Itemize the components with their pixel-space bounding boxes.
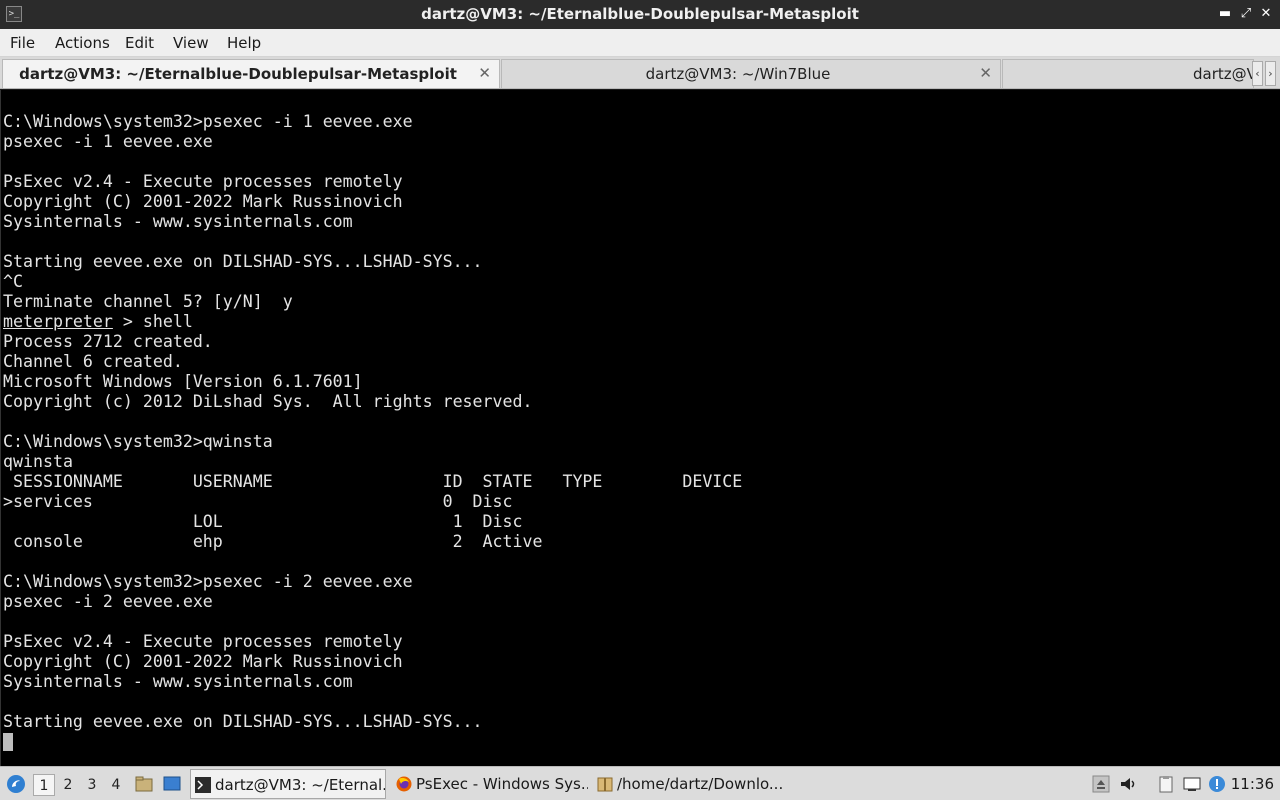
terminal-line: Sysinternals - www.sysinternals.com (3, 672, 353, 691)
task-label: /home/dartz/Downlo... (617, 775, 784, 793)
meterpreter-command: > shell (112, 312, 193, 331)
eject-icon[interactable] (1092, 775, 1110, 793)
terminal-line: Channel 6 created. (3, 352, 183, 371)
terminal-line: Starting eevee.exe on DILSHAD-SYS...LSHA… (3, 252, 483, 271)
tab-label: dartz@VM3: ~/Eternalblue-Doublepulsar-Me… (19, 65, 457, 83)
terminal-line: ^C (3, 272, 23, 291)
terminal-line: console ehp 2 Active (3, 532, 543, 551)
tab-label: dartz@VM3: ~/Win7Blue (645, 65, 831, 83)
tab-label: dartz@V (1193, 65, 1254, 83)
terminal-line: C:\Windows\system32>psexec -i 1 eevee.ex… (3, 112, 413, 131)
tab-close-icon[interactable]: ✕ (979, 64, 992, 82)
firefox-icon (396, 776, 412, 792)
task-label: PsExec - Windows Sys... (416, 775, 588, 793)
workspace-1-button[interactable]: 1 (33, 774, 55, 796)
maximize-button[interactable]: ⤢ (1237, 5, 1255, 23)
clock[interactable]: 11:36 (1231, 775, 1274, 793)
menu-edit[interactable]: Edit (125, 34, 154, 52)
taskbar: 1 2 3 4 dartz@VM3: ~/Eternal... PsExec -… (0, 766, 1280, 800)
show-desktop-icon[interactable] (163, 775, 181, 793)
terminal-line: Copyright (C) 2001-2022 Mark Russinovich (3, 652, 403, 671)
window-title: dartz@VM3: ~/Eternalblue-Doublepulsar-Me… (421, 5, 859, 23)
task-firefox[interactable]: PsExec - Windows Sys... (392, 769, 588, 799)
terminal-line: >services 0 Disc (3, 492, 513, 511)
meterpreter-prompt-line: meterpreter > shell (3, 312, 193, 332)
terminal-icon (195, 777, 211, 793)
workspace-3-button[interactable]: 3 (81, 774, 103, 796)
workspace-4-button[interactable]: 4 (105, 774, 127, 796)
terminal-cursor (3, 733, 13, 751)
clipboard-icon[interactable] (1157, 775, 1175, 793)
task-file-manager[interactable]: /home/dartz/Downlo... (593, 769, 789, 799)
minimize-button[interactable]: ▬ (1216, 5, 1234, 23)
terminal-line: psexec -i 2 eevee.exe (3, 592, 213, 611)
archive-icon (597, 777, 613, 792)
menu-view[interactable]: View (173, 34, 209, 52)
tab-close-icon[interactable]: ✕ (478, 64, 491, 82)
terminal-line: Copyright (c) 2012 DiLshad Sys. All righ… (3, 392, 533, 411)
terminal-line: C:\Windows\system32>qwinsta (3, 432, 273, 451)
tab-win7blue[interactable]: dartz@VM3: ~/Win7Blue ✕ (501, 59, 1001, 88)
volume-icon[interactable] (1119, 775, 1137, 793)
menu-bar: File Actions Edit View Help (0, 29, 1280, 57)
task-terminal[interactable]: dartz@VM3: ~/Eternal... (190, 769, 386, 799)
terminal-line: Copyright (C) 2001-2022 Mark Russinovich (3, 192, 403, 211)
network-icon[interactable] (1183, 775, 1201, 793)
terminal-line: Terminate channel 5? [y/N] y (3, 292, 293, 311)
terminal-line: Microsoft Windows [Version 6.1.7601] (3, 372, 363, 391)
terminal-line: SESSIONNAME USERNAME ID STATE TYPE DEVIC… (3, 472, 743, 491)
menu-help[interactable]: Help (227, 34, 261, 52)
terminal-line: PsExec v2.4 - Execute processes remotely (3, 632, 403, 651)
workspace-2-button[interactable]: 2 (57, 774, 79, 796)
menu-file[interactable]: File (10, 34, 35, 52)
tab-bar: dartz@VM3: ~/Eternalblue-Doublepulsar-Me… (0, 57, 1280, 89)
terminal-line: Sysinternals - www.sysinternals.com (3, 212, 353, 231)
terminal-output[interactable]: C:\Windows\system32>psexec -i 1 eevee.ex… (0, 90, 1280, 766)
update-notifier-icon[interactable] (1208, 775, 1226, 793)
tab-third[interactable]: dartz@V (1002, 59, 1254, 88)
close-button[interactable]: ✕ (1257, 5, 1275, 23)
terminal-line: qwinsta (3, 452, 73, 471)
terminal-line: Starting eevee.exe on DILSHAD-SYS...LSHA… (3, 712, 483, 731)
terminal-line: LOL 1 Disc (3, 512, 523, 531)
terminal-line: Process 2712 created. (3, 332, 213, 351)
start-menu-icon[interactable] (6, 774, 26, 794)
tab-scroll-right-button[interactable]: › (1265, 61, 1276, 86)
terminal-line: PsExec v2.4 - Execute processes remotely (3, 172, 403, 191)
terminal-line: C:\Windows\system32>psexec -i 2 eevee.ex… (3, 572, 413, 591)
tab-eternalblue[interactable]: dartz@VM3: ~/Eternalblue-Doublepulsar-Me… (2, 59, 500, 88)
meterpreter-prompt: meterpreter (3, 312, 113, 331)
terminal-line: psexec -i 1 eevee.exe (3, 132, 213, 151)
window-titlebar: >_ dartz@VM3: ~/Eternalblue-Doublepulsar… (0, 0, 1280, 29)
task-label: dartz@VM3: ~/Eternal... (215, 776, 386, 794)
menu-actions[interactable]: Actions (55, 34, 110, 52)
tab-scroll-left-button[interactable]: ‹ (1252, 61, 1263, 86)
file-manager-icon[interactable] (135, 775, 153, 793)
